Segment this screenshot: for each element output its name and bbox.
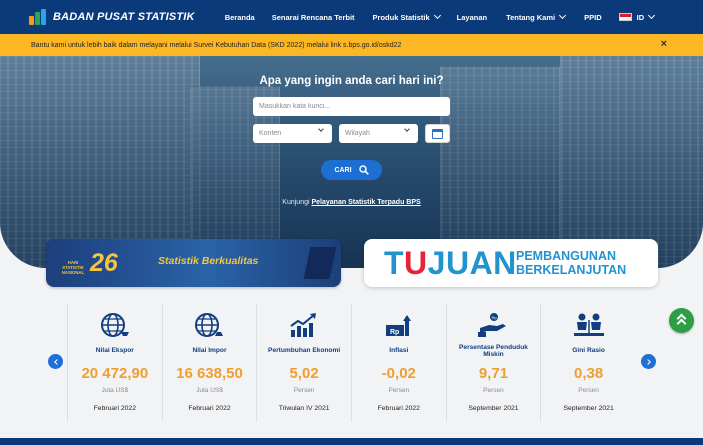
chevron-left-icon [53,358,60,365]
poverty-hand-icon: Rp [447,312,541,338]
indicator-label: Persentase Penduduk Miskin [459,343,528,359]
nav-produk-statistik[interactable]: Produk Statistik [372,11,441,22]
sdgs-line2: BERKELANJUTAN [516,263,627,277]
hero-section: Apa yang ingin anda cari hari ini? Konte… [0,56,703,268]
calendar-button[interactable] [425,124,450,143]
indicator-value: 9,71 [478,365,509,382]
indicator-date: Triwulan IV 2021 [278,405,330,412]
carousel-prev-button[interactable] [48,354,63,369]
nav-ppid[interactable]: PPID [584,13,602,22]
region-select-label: Wilayah [345,130,370,137]
language-label: ID [636,12,645,22]
footer-strip [0,438,703,445]
nav-senarai-rencana-terbit[interactable]: Senarai Rencana Terbit [272,13,355,22]
search-button[interactable]: CARI [321,160,382,180]
top-navbar: BADAN PUSAT STATISTIK Beranda Senarai Re… [0,0,703,34]
indicator-value: -0,02 [381,365,416,382]
content-select[interactable]: Konten [253,124,332,143]
people-icon [541,312,636,338]
sdgs-line1: PEMBANGUNAN [516,249,616,263]
chevron-down-icon [318,126,324,132]
indicator-date: Februari 2022 [377,405,420,412]
nav-beranda[interactable]: Beranda [225,13,255,22]
visit-text: Kunjungi Pelayanan Statistik Terpadu BPS [0,199,703,206]
visit-prefix: Kunjungi [282,199,310,206]
indicator-label: Inflasi [389,347,409,355]
sdgs-banner[interactable]: TUJUAN PEMBANGUNAN BERKELANJUTAN [364,239,658,287]
scroll-to-top-button[interactable] [669,308,694,333]
indicator-value: 5,02 [289,365,319,382]
indicator-carousel: Nilai Ekspor 20 472,90 Juta US$ Februari… [68,304,636,422]
indicator-unit: Persen [483,387,504,394]
double-chevron-up-icon [676,318,687,329]
nav-produk-statistik-label: Produk Statistik [372,12,430,22]
indicator-value: 16 638,50 [176,365,243,382]
nav-tentang-kami[interactable]: Tentang Kami [506,11,567,22]
indicator-card[interactable]: Rp Inflasi -0,02 Persen Februari 2022 [352,304,447,422]
indicator-label: Gini Rasio [572,347,605,355]
indicator-label: Nilai Ekspor [95,347,134,355]
indicator-unit: Juta US$ [196,387,223,394]
chevron-down-icon [648,11,656,20]
language-selector[interactable]: ID [618,11,656,22]
hsn-badge-text: HARI STATISTIK NASIONAL [61,260,85,275]
hari-statistik-banner[interactable]: HARI STATISTIK NASIONAL 26 Statistik Ber… [46,239,341,287]
indonesia-flag-icon [618,13,632,21]
pst-link[interactable]: Pelayanan Statistik Terpadu BPS [312,199,421,206]
indicator-card[interactable]: Pertumbuhan Ekonomi 5,02 Persen Triwulan… [257,304,352,422]
banner-decoration [303,247,337,279]
sdgs-wheel-letter: U [404,245,428,281]
chevron-down-icon [433,11,441,20]
carousel-next-button[interactable] [641,354,656,369]
banner-left-title: Statistik Berkualitas [158,255,259,267]
indicator-card[interactable]: Rp Persentase Penduduk Miskin 9,71 Perse… [447,304,542,422]
nav-layanan[interactable]: Layanan [457,13,487,22]
region-select[interactable]: Wilayah [339,124,418,143]
indicator-card[interactable]: Nilai Impor 16 638,50 Juta US$ Februari … [163,304,258,422]
svg-text:Rp: Rp [390,329,399,336]
sdgs-big-suffix: JUAN [427,245,517,281]
search-icon [358,165,369,175]
chevron-down-icon [559,11,567,20]
hero-title: Apa yang ingin anda cari hari ini? [259,75,444,87]
search-button-label: CARI [334,166,352,174]
indicator-label: Nilai Impor [192,347,227,355]
sdgs-big-text: TUJUAN [384,245,517,281]
indicator-value: 0,38 [574,365,604,382]
bps-logo[interactable]: BADAN PUSAT STATISTIK [29,9,195,25]
globe-icon [163,312,257,338]
close-icon[interactable]: × [661,38,667,50]
nav-tentang-kami-label: Tentang Kami [506,12,556,22]
indicator-label: Pertumbuhan Ekonomi [268,347,341,355]
indicator-unit: Persen [388,387,410,394]
search-input[interactable] [253,97,450,116]
growth-chart-icon [257,312,351,338]
indicator-value: 20 472,90 [81,365,149,382]
chevron-right-icon [644,358,651,365]
bps-logo-icon [29,9,49,25]
logo-text: BADAN PUSAT STATISTIK [53,11,195,23]
indicator-unit: Juta US$ [101,387,129,394]
content-select-label: Konten [259,130,282,137]
indicator-date: September 2021 [468,405,519,412]
inflation-icon: Rp [352,312,446,338]
indicator-date: September 2021 [563,405,614,412]
hsn-badge: HARI STATISTIK NASIONAL 26 [54,248,126,278]
indicator-unit: Persen [293,387,315,394]
announcement-text: Bantu kami untuk lebih baik dalam melaya… [31,41,402,49]
calendar-icon [432,128,443,139]
hsn-badge-number: 26 [90,249,118,277]
announcement-bar: Bantu kami untuk lebih baik dalam melaya… [0,34,703,56]
indicator-unit: Persen [578,387,599,394]
svg-text:Rp: Rp [492,315,498,320]
chevron-down-icon [404,126,410,132]
globe-icon [68,312,162,338]
sdgs-big-prefix: T [384,245,405,281]
indicator-date: Februari 2022 [188,405,231,412]
indicator-card[interactable]: Gini Rasio 0,38 Persen September 2021 [541,304,636,422]
indicator-date: Februari 2022 [93,405,136,412]
indicator-card[interactable]: Nilai Ekspor 20 472,90 Juta US$ Februari… [68,304,163,422]
